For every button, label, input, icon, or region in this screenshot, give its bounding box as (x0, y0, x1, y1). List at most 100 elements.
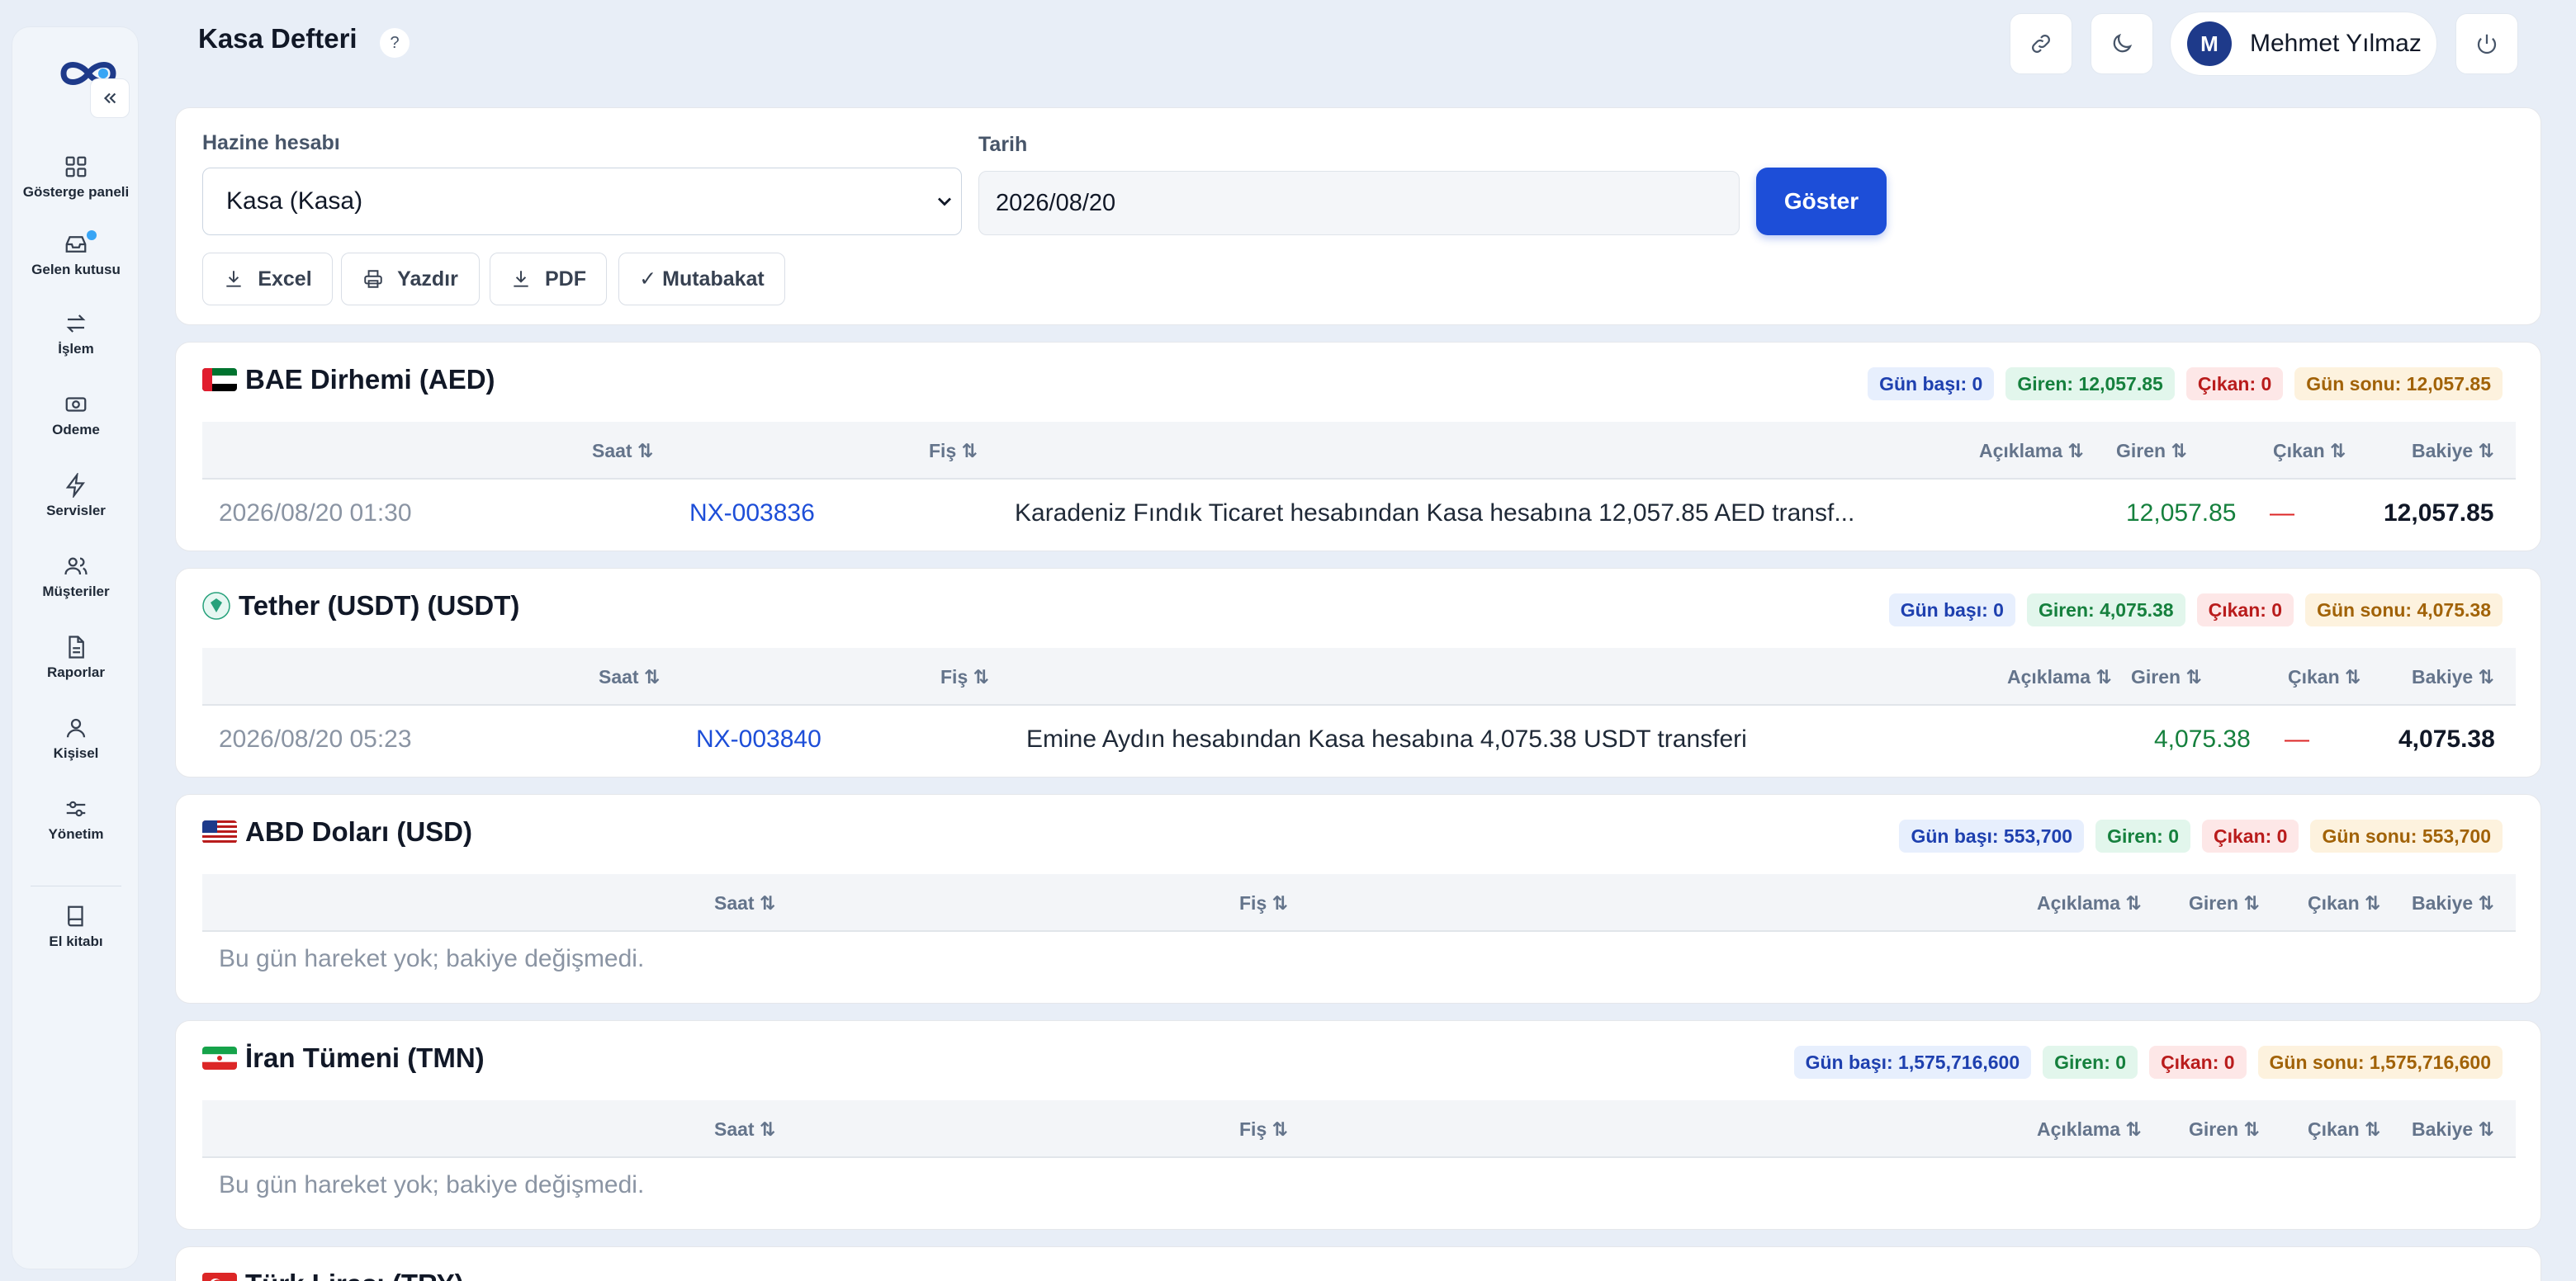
currency-title-text: Tether (USDT) (USDT) (239, 590, 520, 621)
page-title: Kasa Defteri (198, 23, 358, 54)
sidebar-item-label: Yönetim (48, 826, 104, 842)
link-button[interactable] (2010, 13, 2072, 74)
outflow-badge: Çıkan: 0 (2185, 367, 2284, 400)
excel-button[interactable]: Excel (202, 253, 333, 305)
currency-title: BAE Dirhemi (AED) (202, 364, 495, 395)
date-label: Tarih (978, 133, 1028, 156)
currency-title: Türk Lirası (TRY) (202, 1269, 464, 1281)
col-out[interactable]: Çıkan ⇅ (2308, 1118, 2380, 1141)
us-flag-icon (202, 820, 237, 844)
empty-message: Bu gün hareket yok; bakiye değişmedi. (219, 1171, 645, 1198)
outflow-badge: Çıkan: 0 (2196, 593, 2294, 626)
row-out: — (2270, 499, 2294, 527)
sidebar-item-customers[interactable]: Müşteriler (12, 554, 140, 600)
col-time[interactable]: Saat ⇅ (714, 1118, 775, 1141)
col-balance[interactable]: Bakiye ⇅ (2412, 1118, 2494, 1141)
sidebar: Gösterge paneli Gelen kutusu İşlem Odeme… (12, 26, 139, 1269)
turkey-flag-icon (202, 1273, 237, 1281)
row-balance: 4,075.38 (2398, 726, 2495, 753)
sidebar-item-inbox[interactable]: Gelen kutusu (12, 230, 140, 278)
row-fis-link[interactable]: NX-003836 (689, 499, 815, 527)
sliders-icon (66, 801, 86, 817)
col-fis[interactable]: Fiş ⇅ (940, 666, 989, 688)
print-button[interactable]: Yazdır (341, 253, 480, 305)
inflow-badge: Giren: 4,075.38 (2026, 593, 2185, 626)
sidebar-item-reports[interactable]: Raporlar (12, 635, 140, 681)
col-balance[interactable]: Bakiye ⇅ (2412, 892, 2494, 915)
col-in[interactable]: Giren ⇅ (2116, 440, 2187, 462)
filter-card: Hazine hesabı Kasa (Kasa) Tarih 2026/08/… (175, 107, 2541, 325)
row-balance: 12,057.85 (2384, 499, 2494, 527)
row-description: Karadeniz Fındık Ticaret hesabından Kasa… (1015, 499, 1855, 527)
user-menu[interactable]: M Mehmet Yılmaz (2170, 12, 2437, 76)
currency-section-aed: BAE Dirhemi (AED) Gün başı: 0 Giren: 12,… (175, 342, 2541, 551)
moon-icon (2113, 33, 2133, 53)
opening-badge: Gün başı: 553,700 (1899, 820, 2085, 853)
col-fis[interactable]: Fiş ⇅ (929, 440, 978, 462)
currency-section-try: Türk Lirası (TRY) (175, 1246, 2541, 1281)
col-desc[interactable]: Açıklama ⇅ (1979, 440, 2084, 462)
lightning-icon (65, 473, 85, 498)
collapse-sidebar-button[interactable] (90, 78, 130, 118)
summary-badges: Gün başı: 0 Giren: 4,075.38 Çıkan: 0 Gün… (1888, 593, 2503, 626)
download-icon (514, 271, 528, 287)
sidebar-item-dashboard[interactable]: Gösterge paneli (12, 154, 140, 201)
col-balance[interactable]: Bakiye ⇅ (2412, 440, 2494, 462)
dark-mode-button[interactable] (2091, 13, 2153, 74)
sidebar-item-management[interactable]: Yönetim (12, 796, 140, 843)
sidebar-item-services[interactable]: Servisler (12, 473, 140, 519)
help-icon[interactable]: ? (380, 28, 410, 58)
sidebar-item-personal[interactable]: Kişisel (12, 716, 140, 762)
sidebar-item-label: Odeme (52, 422, 100, 437)
row-fis-link[interactable]: NX-003840 (696, 726, 822, 754)
col-out[interactable]: Çıkan ⇅ (2288, 666, 2361, 688)
arrows-icon (66, 314, 86, 333)
col-out[interactable]: Çıkan ⇅ (2308, 892, 2380, 915)
tether-icon (202, 592, 230, 620)
inflow-badge: Giren: 0 (2043, 1046, 2138, 1079)
reconcile-button[interactable]: ✓ Mutabakat (618, 253, 785, 305)
print-label: Yazdır (397, 267, 458, 291)
inbox-icon (65, 236, 87, 253)
outflow-badge: Çıkan: 0 (2149, 1046, 2247, 1079)
sidebar-item-handbook[interactable]: El kitabı (12, 904, 140, 950)
chevron-down-icon (938, 197, 951, 206)
pdf-button[interactable]: PDF (490, 253, 607, 305)
col-in[interactable]: Giren ⇅ (2131, 666, 2202, 688)
link-icon (2032, 35, 2050, 53)
col-time[interactable]: Saat ⇅ (592, 440, 653, 462)
opening-badge: Gün başı: 0 (1868, 367, 1995, 400)
sidebar-item-label: Servisler (46, 503, 106, 518)
summary-badges: Gün başı: 1,575,716,600 Giren: 0 Çıkan: … (1793, 1046, 2503, 1079)
table-header: Saat ⇅ Fiş ⇅ Açıklama ⇅ Giren ⇅ Çıkan ⇅ … (202, 874, 2516, 932)
col-desc[interactable]: Açıklama ⇅ (2007, 666, 2112, 688)
sidebar-item-label: Gelen kutusu (31, 262, 121, 277)
printer-icon (364, 270, 382, 288)
sidebar-item-payment[interactable]: Odeme (12, 392, 140, 438)
col-time[interactable]: Saat ⇅ (599, 666, 660, 688)
currency-title: ABD Doları (USD) (202, 816, 472, 848)
logout-button[interactable] (2455, 13, 2518, 74)
show-button[interactable]: Göster (1756, 168, 1887, 235)
row-time: 2026/08/20 01:30 (219, 499, 412, 527)
sidebar-item-transaction[interactable]: İşlem (12, 311, 140, 357)
col-fis[interactable]: Fiş ⇅ (1239, 1118, 1288, 1141)
table-header: Saat ⇅ Fiş ⇅ Açıklama ⇅ Giren ⇅ Çıkan ⇅ … (202, 422, 2516, 480)
col-time[interactable]: Saat ⇅ (714, 892, 775, 915)
chevrons-left-icon (103, 92, 116, 104)
col-in[interactable]: Giren ⇅ (2189, 892, 2260, 915)
col-out[interactable]: Çıkan ⇅ (2273, 440, 2346, 462)
closing-badge: Gün sonu: 553,700 (2310, 820, 2503, 853)
col-fis[interactable]: Fiş ⇅ (1239, 892, 1288, 915)
col-balance[interactable]: Bakiye ⇅ (2412, 666, 2494, 688)
currency-title-text: İran Tümeni (TMN) (245, 1042, 485, 1073)
pdf-label: PDF (545, 267, 586, 291)
col-desc[interactable]: Açıklama ⇅ (2037, 1118, 2142, 1141)
summary-badges: Gün başı: 553,700 Giren: 0 Çıkan: 0 Gün … (1899, 820, 2503, 853)
col-in[interactable]: Giren ⇅ (2189, 1118, 2260, 1141)
sidebar-item-label: Raporlar (47, 664, 105, 680)
col-desc[interactable]: Açıklama ⇅ (2037, 892, 2142, 915)
account-select[interactable]: Kasa (Kasa) (202, 168, 962, 235)
closing-badge: Gün sonu: 1,575,716,600 (2257, 1046, 2503, 1079)
date-input[interactable]: 2026/08/20 (978, 171, 1740, 235)
